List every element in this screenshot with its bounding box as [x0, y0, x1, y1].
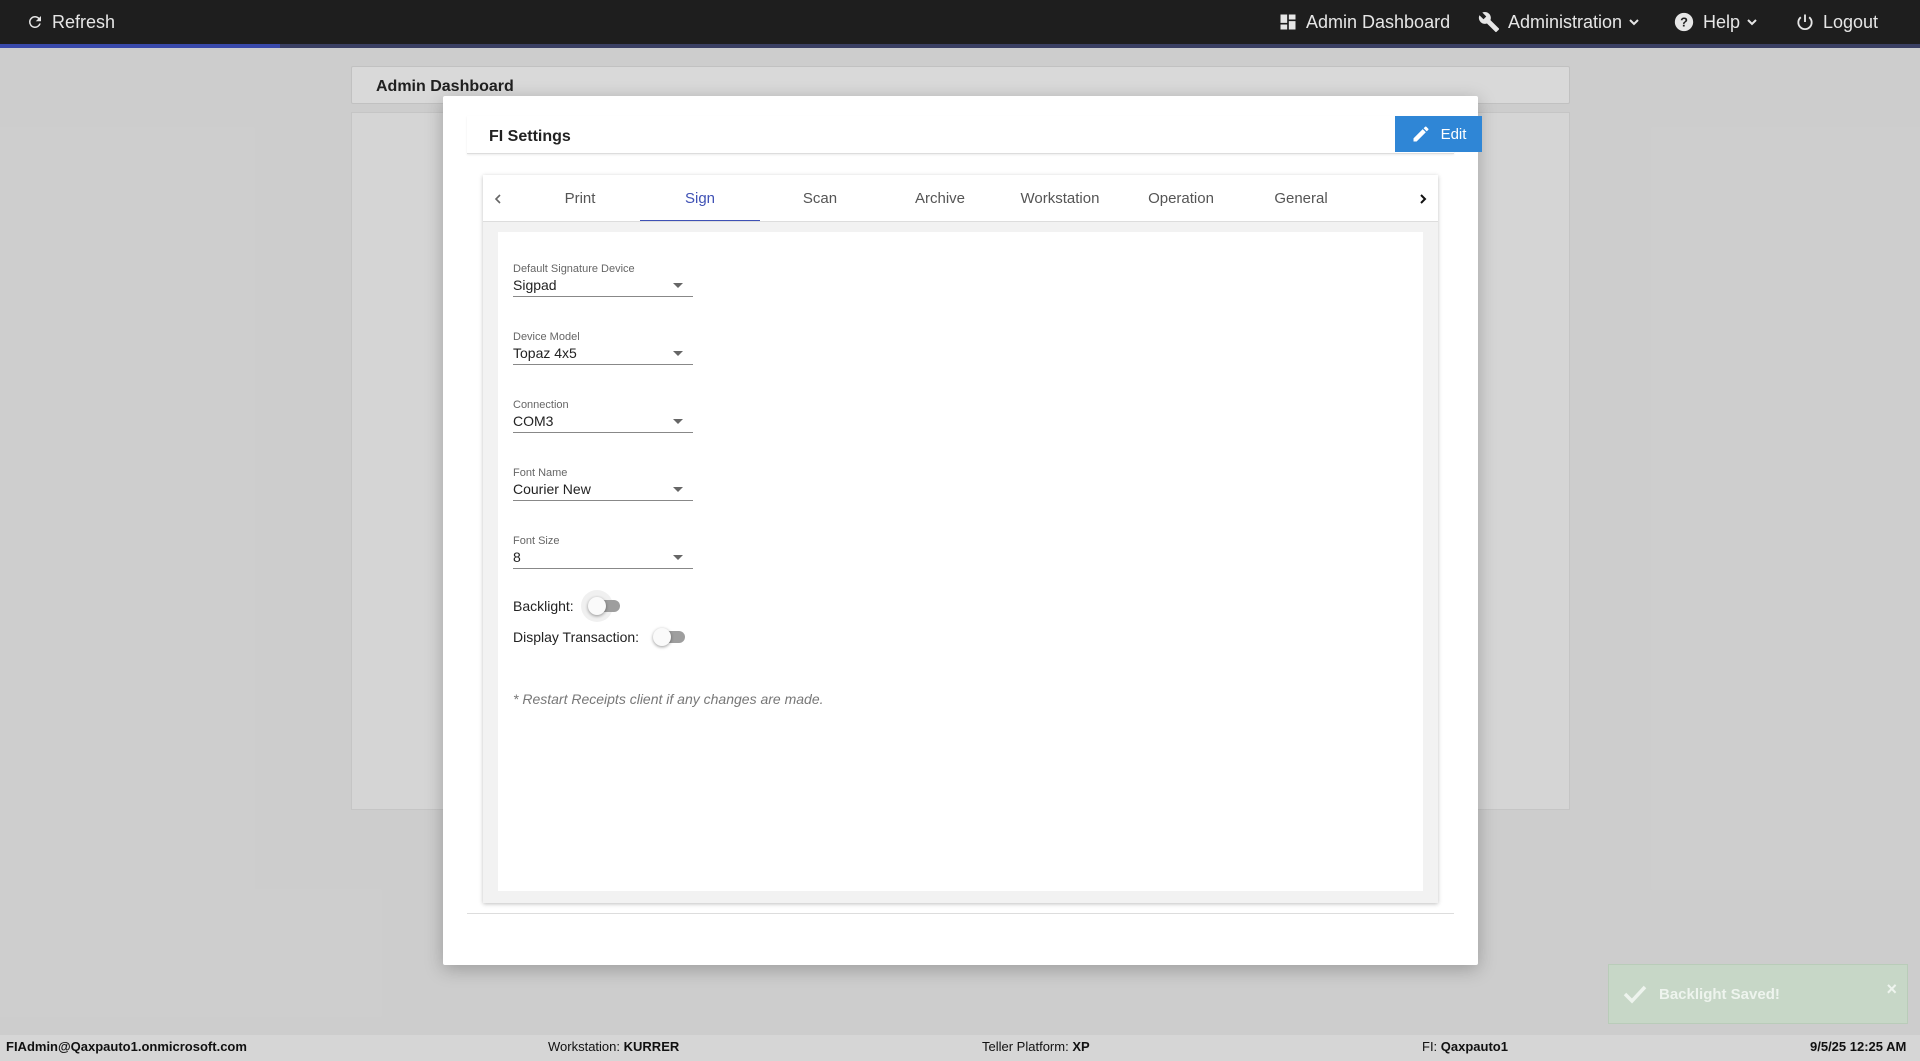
display-transaction-label: Display Transaction:: [513, 629, 640, 645]
select-value: 8: [513, 549, 521, 565]
tab-operation[interactable]: Operation: [1121, 175, 1241, 221]
default-signature-device-field: Default Signature Device Sigpad: [513, 263, 693, 297]
status-workstation: Workstation: KURRER: [548, 1039, 679, 1054]
chevron-down-icon: [1629, 19, 1639, 26]
select-value: Topaz 4x5: [513, 345, 577, 361]
display-transaction-row: Display Transaction:: [513, 627, 687, 647]
status-bar: FIAdmin@Qaxpauto1.onmicrosoft.com Workst…: [0, 1035, 1920, 1061]
toast-message: Backlight Saved!: [1659, 985, 1780, 1003]
toast-close-button[interactable]: ×: [1886, 979, 1897, 1000]
tab-workstation[interactable]: Workstation: [1000, 175, 1120, 221]
field-label: Font Size: [513, 535, 560, 547]
refresh-icon: [28, 15, 41, 28]
dashboard-icon: [1280, 14, 1296, 30]
checkmark-icon: [1623, 985, 1647, 1004]
tab-bar: Print Sign Scan Archive Workstation Oper…: [483, 175, 1438, 222]
display-transaction-toggle[interactable]: [653, 627, 687, 647]
sign-settings-form: Default Signature Device Sigpad Device M…: [498, 232, 1423, 891]
device-model-field: Device Model Topaz 4x5: [513, 331, 693, 365]
select-value: Sigpad: [513, 277, 557, 293]
toggle-knob: [587, 597, 606, 615]
help-icon: ?: [1674, 12, 1694, 32]
connection-field: Connection COM3: [513, 399, 693, 433]
toggle-knob: [653, 628, 672, 646]
chevron-down-icon: [1747, 19, 1757, 26]
restart-note: * Restart Receipts client if any changes…: [513, 691, 824, 707]
dialog-header: FI Settings Edit: [467, 116, 1482, 154]
tab-sign[interactable]: Sign: [640, 175, 760, 221]
status-platform: Teller Platform: XP: [982, 1039, 1090, 1054]
dropdown-caret-icon: [673, 419, 683, 424]
connection-select[interactable]: COM3: [513, 411, 693, 433]
field-label: Default Signature Device: [513, 263, 635, 275]
help-label: Help: [1703, 11, 1741, 32]
success-toast: Backlight Saved! ×: [1608, 964, 1908, 1024]
dropdown-caret-icon: [673, 555, 683, 560]
chevron-left-icon: [494, 193, 501, 204]
status-workstation-label: Workstation:: [548, 1039, 621, 1054]
font-name-field: Font Name Courier New: [513, 467, 693, 501]
select-value: Courier New: [513, 481, 591, 497]
backlight-toggle[interactable]: [580, 590, 622, 622]
backlight-label: Backlight:: [513, 598, 574, 614]
dropdown-caret-icon: [673, 351, 683, 356]
tab-print[interactable]: Print: [520, 175, 640, 221]
chevron-right-icon: [1420, 193, 1427, 204]
field-label: Font Name: [513, 467, 568, 479]
select-value: COM3: [513, 413, 554, 429]
status-workstation-value: KURRER: [623, 1039, 680, 1054]
font-name-select[interactable]: Courier New: [513, 479, 693, 501]
tab-scan[interactable]: Scan: [760, 175, 880, 221]
status-datetime: 9/5/25 12:25 AM: [1810, 1039, 1907, 1054]
logout-button[interactable]: Logout: [1795, 0, 1878, 44]
tab-archive[interactable]: Archive: [880, 175, 1000, 221]
status-platform-label: Teller Platform:: [982, 1039, 1069, 1054]
settings-tab-panel: Print Sign Scan Archive Workstation Oper…: [483, 175, 1438, 903]
help-menu[interactable]: ? Help: [1673, 0, 1758, 44]
device-model-select[interactable]: Topaz 4x5: [513, 343, 693, 365]
dropdown-caret-icon: [673, 487, 683, 492]
administration-menu[interactable]: Administration: [1478, 0, 1640, 44]
dropdown-caret-icon: [673, 283, 683, 288]
power-icon: [1797, 14, 1813, 31]
logout-label: Logout: [1823, 11, 1879, 32]
status-platform-value: XP: [1072, 1039, 1090, 1054]
edit-label: Edit: [1440, 125, 1467, 143]
admin-dashboard-label: Admin Dashboard: [1306, 11, 1451, 32]
fi-settings-dialog: FI Settings Edit Print Sign Scan Archive…: [443, 96, 1482, 965]
refresh-button[interactable]: Refresh: [26, 0, 115, 44]
dialog-title: FI Settings: [489, 128, 571, 145]
default-signature-device-select[interactable]: Sigpad: [513, 275, 693, 297]
top-navbar: Refresh Admin Dashboard Administration ?…: [0, 0, 1920, 48]
refresh-label: Refresh: [52, 11, 116, 32]
edit-button[interactable]: Edit: [1395, 116, 1482, 152]
tab-general[interactable]: General: [1241, 175, 1361, 221]
font-size-field: Font Size 8: [513, 535, 693, 569]
wrench-icon: [1478, 12, 1500, 33]
tab-scroll-left-button[interactable]: [483, 175, 513, 221]
administration-label: Administration: [1508, 11, 1623, 32]
field-label: Connection: [513, 399, 569, 411]
status-fi: FI: Qaxpauto1: [1422, 1039, 1508, 1054]
status-user: FIAdmin@Qaxpauto1.onmicrosoft.com: [6, 1039, 247, 1054]
status-fi-value: Qaxpauto1: [1440, 1039, 1508, 1054]
tab-scroll-right-button[interactable]: [1408, 175, 1438, 221]
dialog-divider: [467, 913, 1454, 914]
field-label: Device Model: [513, 331, 580, 343]
pencil-icon: [1413, 126, 1429, 142]
admin-dashboard-link[interactable]: Admin Dashboard: [1278, 0, 1450, 44]
svg-text:?: ?: [1680, 15, 1688, 30]
status-fi-label: FI:: [1422, 1039, 1438, 1054]
font-size-select[interactable]: 8: [513, 547, 693, 569]
backlight-row: Backlight:: [513, 590, 622, 622]
